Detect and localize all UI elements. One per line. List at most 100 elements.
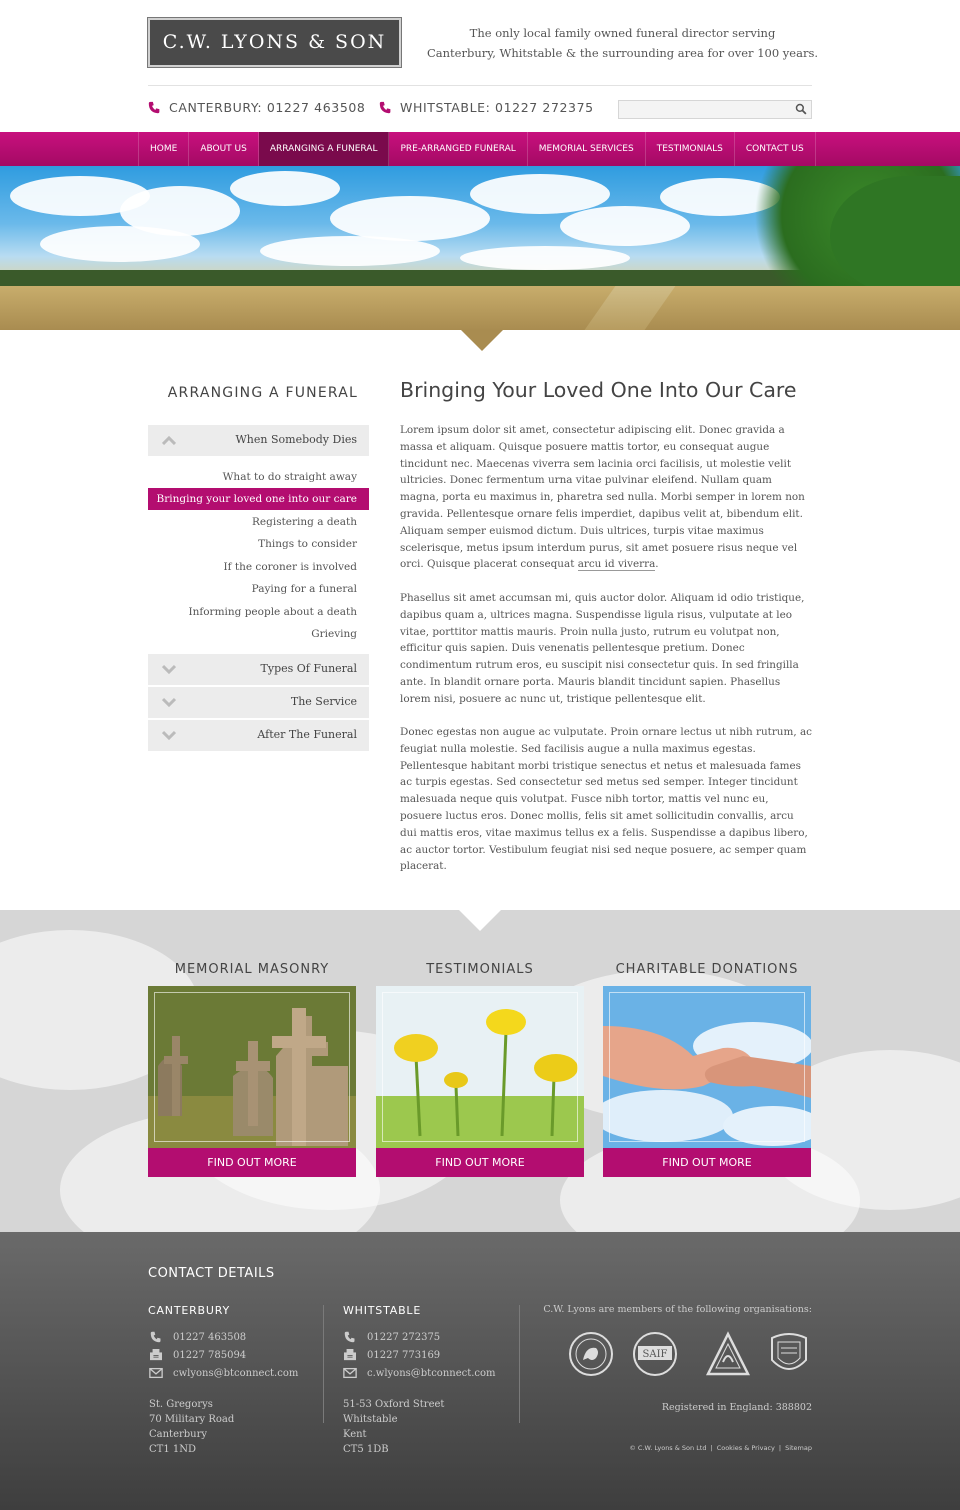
- footer-registered: Registered in England: 388802: [661, 1402, 812, 1413]
- sidebar-item-coroner[interactable]: If the coroner is involved: [148, 556, 369, 578]
- footer-canterbury-address: St. Gregorys 70 Military Road Canterbury…: [149, 1397, 234, 1457]
- fax-icon: [150, 1349, 162, 1361]
- chevron-up-icon: [162, 435, 176, 445]
- promo-title-memorial-masonry: MEMORIAL MASONRY: [174, 962, 330, 977]
- phone-icon: [379, 101, 391, 114]
- footer-canterbury-heading: CANTERBURY: [148, 1304, 231, 1317]
- footer-canterbury-email[interactable]: cwlyons@btconnect.com: [149, 1367, 298, 1379]
- sidebar-item-paying[interactable]: Paying for a funeral: [148, 578, 369, 600]
- search-box: [618, 100, 812, 120]
- nav-arranging-a-funeral[interactable]: ARRANGING A FUNERAL: [258, 132, 390, 166]
- address-line: CT1 1ND: [149, 1444, 196, 1455]
- email-icon: [343, 1367, 357, 1379]
- email-address: c.wlyons@btconnect.com: [367, 1367, 496, 1379]
- content-paragraph-3: Donec egestas non augue ac vulputate. Pr…: [400, 726, 812, 873]
- header-divider: [148, 85, 812, 86]
- email-icon: [149, 1367, 163, 1379]
- footer-whitstable-phone[interactable]: 01227 272375: [343, 1331, 440, 1343]
- phone-whitstable[interactable]: WHITSTABLE: 01227 272375: [379, 100, 594, 115]
- phone-icon: [148, 101, 160, 114]
- nafd-badge-icon[interactable]: [568, 1330, 614, 1378]
- accordion-when-somebody-dies[interactable]: When Somebody Dies: [148, 425, 369, 456]
- sidebar-item-grieving[interactable]: Grieving: [148, 623, 369, 645]
- charitable-donations-image[interactable]: [603, 986, 811, 1148]
- footer-whitstable-fax: 01227 773169: [343, 1349, 440, 1361]
- tagline-line-1: The only local family owned funeral dire…: [469, 26, 776, 40]
- phone-icon: [150, 1331, 161, 1343]
- promo-title-testimonials: TESTIMONIALS: [426, 962, 534, 977]
- footer-title: CONTACT DETAILS: [148, 1266, 275, 1281]
- site-tagline: The only local family owned funeral dire…: [420, 23, 825, 63]
- sidebar-item-things-to-consider[interactable]: Things to consider: [148, 533, 369, 555]
- nav-pre-arranged-funeral[interactable]: PRE-ARRANGED FUNERAL: [389, 132, 528, 166]
- sidebar-item-bringing-loved-one[interactable]: Bringing your loved one into our care: [148, 488, 369, 510]
- content-paragraph-2: Phasellus sit amet accumsan mi, quis auc…: [400, 592, 805, 705]
- page-title: Bringing Your Loved One Into Our Care: [400, 378, 797, 402]
- accordion-label: The Service: [290, 695, 357, 708]
- nav-contact-us[interactable]: CONTACT US: [735, 132, 816, 166]
- phone-icon: [344, 1331, 355, 1343]
- site-logo[interactable]: C.W. LYONS & SON: [147, 17, 402, 68]
- saif-badge-icon[interactable]: SAIF: [632, 1330, 678, 1378]
- footer-divider: [323, 1305, 324, 1423]
- footer-whitstable-address: 51-53 Oxford Street Whitstable Kent CT5 …: [343, 1397, 444, 1457]
- address-line: Whitstable: [343, 1414, 398, 1425]
- copyright-text: © C.W. Lyons & Son Ltd: [629, 1444, 707, 1452]
- promo-title-charitable-donations: CHARITABLE DONATIONS: [615, 962, 799, 977]
- search-icon[interactable]: [795, 103, 807, 115]
- testimonials-image[interactable]: [376, 986, 584, 1148]
- fax-icon: [344, 1349, 356, 1361]
- hero-banner-image: [0, 166, 960, 330]
- accordion-after-the-funeral[interactable]: After The Funeral: [148, 720, 369, 751]
- find-out-more-button-memorial[interactable]: FIND OUT MORE: [148, 1148, 356, 1177]
- phone-canterbury-label: CANTERBURY: 01227 463508: [169, 100, 366, 115]
- find-out-more-button-testimonials[interactable]: FIND OUT MORE: [376, 1148, 584, 1177]
- nav-about-us[interactable]: ABOUT US: [189, 132, 259, 166]
- address-line: St. Gregorys: [149, 1399, 213, 1410]
- accordion-label: When Somebody Dies: [235, 433, 358, 446]
- phone-canterbury[interactable]: CANTERBURY: 01227 463508: [148, 100, 365, 115]
- fax-number: 01227 785094: [173, 1349, 247, 1361]
- footer-whitstable-email[interactable]: c.wlyons@btconnect.com: [343, 1367, 496, 1379]
- address-line: CT5 1DB: [343, 1444, 389, 1455]
- footer-whitstable-heading: WHITSTABLE: [343, 1304, 422, 1317]
- hero-pointer: [461, 330, 503, 351]
- band-notch: [459, 910, 501, 931]
- chevron-down-icon: [162, 730, 176, 740]
- email-address: cwlyons@btconnect.com: [173, 1367, 299, 1379]
- accordion-label: After The Funeral: [257, 728, 357, 741]
- sidebar-item-informing-people[interactable]: Informing people about a death: [148, 601, 369, 623]
- find-out-more-button-donations[interactable]: FIND OUT MORE: [603, 1148, 811, 1177]
- cookies-privacy-link[interactable]: Cookies & Privacy: [717, 1444, 775, 1452]
- phone-number: 01227 463508: [173, 1331, 247, 1343]
- phone-number: 01227 272375: [367, 1331, 441, 1343]
- sitemap-link[interactable]: Sitemap: [785, 1444, 812, 1452]
- footer-divider: [519, 1305, 520, 1423]
- phone-whitstable-label: WHITSTABLE: 01227 272375: [400, 100, 594, 115]
- nav-memorial-services[interactable]: MEMORIAL SERVICES: [528, 132, 646, 166]
- footer-canterbury-fax: 01227 785094: [149, 1349, 246, 1361]
- accordion-label: Types Of Funeral: [260, 662, 357, 675]
- footer-members-text: C.W. Lyons are members of the following …: [543, 1304, 812, 1315]
- sidebar-item-what-to-do[interactable]: What to do straight away: [148, 466, 369, 488]
- accordion-the-service[interactable]: The Service: [148, 687, 369, 718]
- sidebar-item-registering-death[interactable]: Registering a death: [148, 511, 369, 533]
- main-nav: HOME ABOUT US ARRANGING A FUNERAL PRE-AR…: [0, 132, 960, 166]
- crest-badge-icon[interactable]: [766, 1330, 812, 1378]
- inline-link[interactable]: arcu id viverra: [577, 558, 656, 572]
- chevron-down-icon: [162, 664, 176, 674]
- sidebar-title: ARRANGING A FUNERAL: [167, 385, 358, 401]
- address-line: Kent: [343, 1429, 367, 1440]
- nav-testimonials[interactable]: TESTIMONIALS: [646, 132, 735, 166]
- footer-bottom-links: © C.W. Lyons & Son Ltd | Cookies & Privacy…: [629, 1444, 812, 1452]
- memorial-masonry-image[interactable]: [148, 986, 356, 1148]
- paragraph-end: .: [655, 558, 659, 571]
- bifd-badge-icon[interactable]: [705, 1330, 751, 1378]
- footer-canterbury-phone[interactable]: 01227 463508: [149, 1331, 246, 1343]
- accordion-types-of-funeral[interactable]: Types Of Funeral: [148, 654, 369, 685]
- address-line: 70 Military Road: [149, 1414, 235, 1425]
- nav-home[interactable]: HOME: [139, 132, 190, 166]
- search-input[interactable]: [619, 103, 789, 120]
- address-line: 51-53 Oxford Street: [343, 1399, 445, 1410]
- paragraph-text: Lorem ipsum dolor sit amet, consectetur …: [400, 424, 805, 571]
